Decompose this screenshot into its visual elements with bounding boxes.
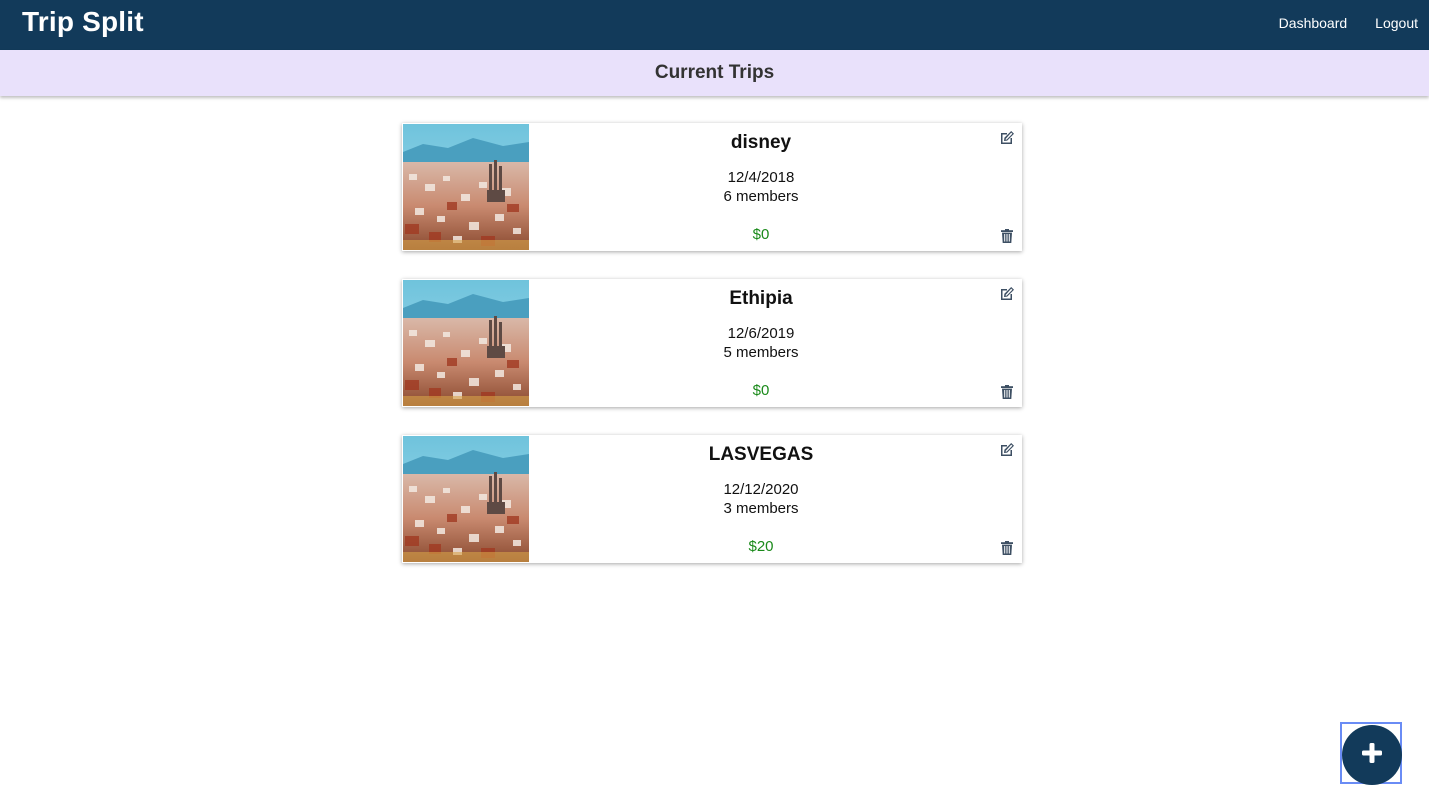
trip-thumbnail <box>403 280 529 406</box>
page-title: Current Trips <box>0 50 1429 96</box>
trip-members: 3 members <box>723 500 799 517</box>
edit-icon[interactable] <box>999 130 1015 146</box>
trip-thumbnail <box>403 436 529 562</box>
trip-info: LASVEGAS 12/12/2020 3 members $20 <box>530 435 992 563</box>
trip-card[interactable]: Ethipia 12/6/2019 5 members $0 <box>402 279 1022 407</box>
trip-list: disney 12/4/2018 6 members $0 Ethipia 12… <box>402 123 1022 591</box>
trash-icon[interactable] <box>1001 229 1013 243</box>
trip-total: $20 <box>748 538 774 555</box>
trip-members: 5 members <box>723 344 799 361</box>
edit-icon[interactable] <box>999 286 1015 302</box>
trip-info: disney 12/4/2018 6 members $0 <box>530 123 992 251</box>
nav-link-logout[interactable]: Logout <box>1375 15 1418 31</box>
nav-links: Dashboard Logout <box>1279 15 1418 31</box>
nav-link-dashboard[interactable]: Dashboard <box>1279 15 1348 31</box>
trip-name: Ethipia <box>729 288 793 309</box>
trip-card[interactable]: disney 12/4/2018 6 members $0 <box>402 123 1022 251</box>
trip-total: $0 <box>752 226 770 243</box>
trip-card[interactable]: LASVEGAS 12/12/2020 3 members $20 <box>402 435 1022 563</box>
trip-date: 12/12/2020 <box>723 481 799 498</box>
trash-icon[interactable] <box>1001 385 1013 399</box>
trip-name: LASVEGAS <box>708 444 814 465</box>
edit-icon[interactable] <box>999 442 1015 458</box>
trip-date: 12/6/2019 <box>727 325 795 342</box>
trip-thumbnail <box>403 124 529 250</box>
trash-icon[interactable] <box>1001 541 1013 555</box>
brand-logo[interactable]: Trip Split <box>22 6 144 38</box>
trip-name: disney <box>730 132 792 153</box>
add-trip-button[interactable] <box>1342 725 1402 785</box>
top-navbar: Trip Split Dashboard Logout <box>0 0 1429 50</box>
trip-date: 12/4/2018 <box>727 169 795 186</box>
plus-icon <box>1361 742 1383 769</box>
trip-members: 6 members <box>723 188 799 205</box>
trip-total: $0 <box>752 382 770 399</box>
trip-info: Ethipia 12/6/2019 5 members $0 <box>530 279 992 407</box>
